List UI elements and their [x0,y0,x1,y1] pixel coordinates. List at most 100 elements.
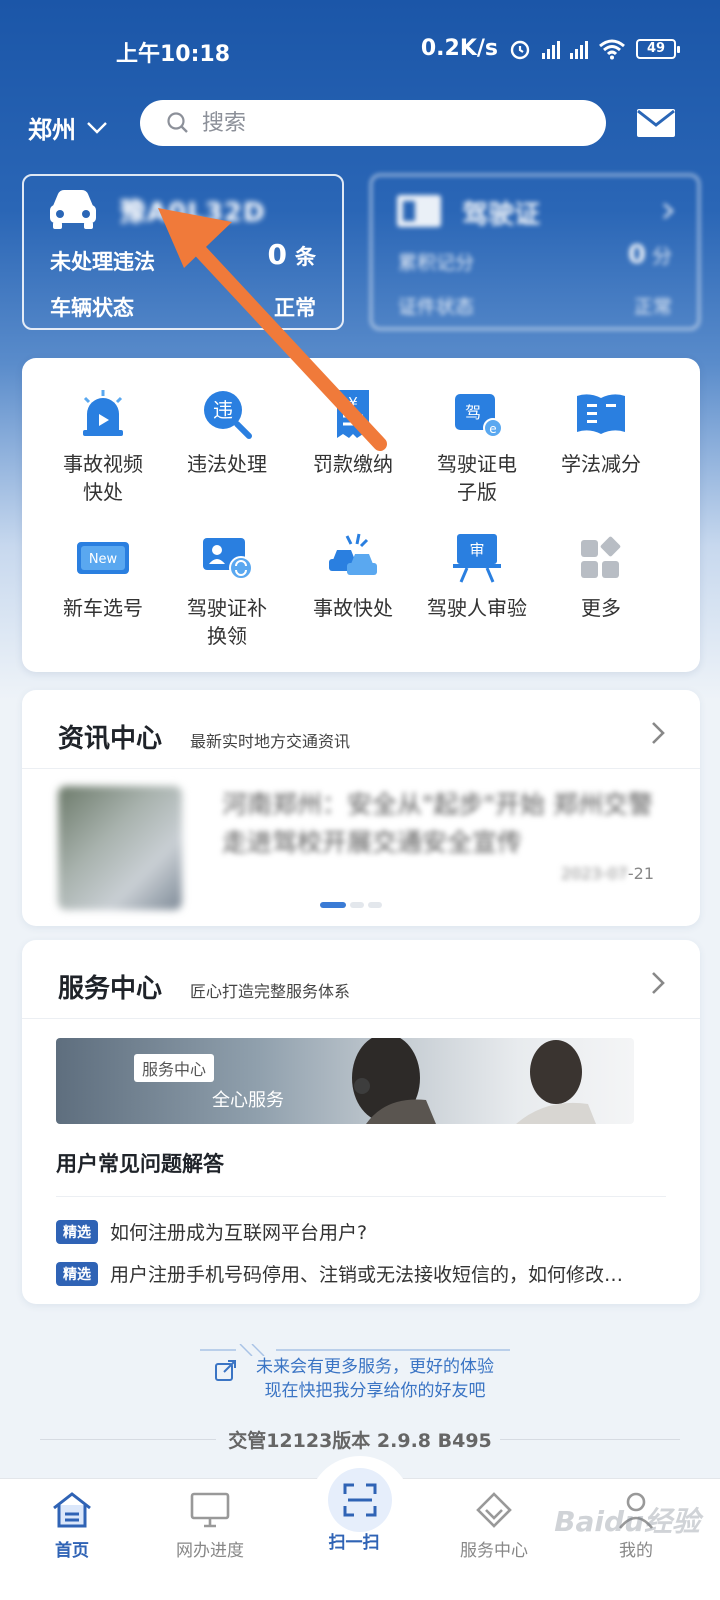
service-accident-quick[interactable]: 事故快处 [288,530,418,622]
battery-icon: 49 [636,38,680,59]
new-plate-icon: New [77,542,129,574]
svg-text:违: 违 [213,398,233,422]
mail-icon[interactable] [636,108,676,138]
service-icon [476,1492,512,1528]
faq-text: 用户注册手机号码停用、注销或无法接收短信的，如何修改… [110,1264,624,1286]
scan-button[interactable] [328,1468,392,1532]
faq-item[interactable]: 精选 如何注册成为互联网平台用户? [56,1218,367,1245]
license-status-value: 正常 [633,296,672,318]
news-date: 2023-07-21 [561,864,654,883]
service-label: 罚款缴纳 [313,452,393,476]
license-card[interactable]: 驾驶证 累积记分 0分 证件状态 正常 [370,174,700,330]
car-icon [50,190,96,229]
points-value: 0分 [628,240,672,270]
search-bar[interactable] [140,100,606,146]
violation-search-icon: 违 [204,391,252,439]
review-board-icon: 审 [453,534,501,583]
svg-text:New: New [89,552,118,567]
tab-scan[interactable]: 扫一扫 [294,1528,414,1553]
monitor-icon [190,1492,230,1528]
divider [22,768,700,769]
service-label: 违法处理 [187,452,267,476]
service-label: 新车选号 [63,596,143,620]
service-center-title: 服务中心 [58,974,163,1004]
car-crash-icon [329,533,377,575]
grid-more-icon [581,536,621,578]
svg-text:e: e [489,422,496,436]
service-label: 驾驶证补 换领 [187,596,267,648]
license-icon [397,195,441,227]
license-swap-icon [203,538,253,580]
banner-tag: 服务中心 [134,1054,215,1082]
vehicle-card[interactable]: 豫A0L32D 未处理违法 0条 车辆状态 正常 [22,174,344,330]
chevron-down-icon [87,121,107,134]
service-label: 事故快处 [313,596,393,620]
news-date-blur: 2023-07 [561,864,628,883]
search-input[interactable] [202,110,582,136]
tab-label: 网办进度 [176,1541,244,1561]
city-name: 郑州 [28,116,76,144]
license-plate: 豫A0L32D [120,198,266,228]
tab-home[interactable]: 首页 [12,1484,132,1561]
search-icon [167,112,188,133]
violation-label: 未处理违法 [50,250,155,274]
news-panel[interactable]: 资讯中心 最新实时地方交通资讯 河南郑州：安全从"起步"开始 郑州交警走进驾校开… [22,690,700,926]
news-title: 资讯中心 [58,724,163,754]
service-study-points[interactable]: 学法减分 [536,386,666,478]
divider [22,1018,700,1019]
violation-number: 0 [267,238,287,271]
tab-progress[interactable]: 网办进度 [150,1484,270,1561]
service-license-renew[interactable]: 驾驶证补 换领 [162,530,292,650]
news-thumbnail[interactable] [58,786,182,910]
banner-text: 全心服务 [212,1090,284,1111]
tab-service-center[interactable]: 服务中心 [434,1484,554,1561]
scan-icon [343,1483,377,1517]
license-status-label: 证件状态 [398,296,475,318]
service-more[interactable]: 更多 [536,530,666,622]
service-label: 事故视频 快处 [63,452,143,504]
siren-video-icon [83,390,123,436]
status-bar: 上午10:18 0.2K/s 49 [0,0,720,96]
service-banner[interactable]: 服务中心 全心服务 [56,1038,634,1124]
tab-label: 服务中心 [460,1541,528,1561]
tab-label: 首页 [55,1541,89,1561]
service-e-license[interactable]: 驾e 驾驶证电 子版 [412,386,542,506]
faq-tag: 精选 [56,1261,98,1286]
tab-label: 我的 [619,1541,653,1561]
network-speed: 0.2K/s [420,36,498,61]
banner-people-illustration [352,1038,596,1124]
chevron-right-icon[interactable] [650,970,666,996]
svg-text:驾: 驾 [465,403,481,422]
divider [56,1196,666,1197]
license-title: 驾驶证 [462,200,541,230]
watermark: Baidu经验 [554,1505,700,1538]
points-label: 累积记分 [398,252,475,274]
service-violation[interactable]: 违 违法处理 [162,386,292,478]
fine-receipt-icon: ¥ [337,390,369,438]
service-accident-video[interactable]: 事故视频 快处 [38,386,168,506]
chevron-right-icon [663,203,674,219]
faq-item[interactable]: 精选 用户注册手机号码停用、注销或无法接收短信的，如何修改… [56,1260,623,1287]
service-driver-review[interactable]: 审 驾驶人审验 [412,530,542,622]
service-label: 更多 [581,596,621,620]
carousel-dots [320,902,382,908]
faq-title: 用户常见问题解答 [56,1152,224,1176]
share-line-1[interactable]: 未来会有更多服务，更好的体验 [0,1354,720,1380]
svg-text:审: 审 [469,541,484,559]
service-label: 驾驶证电 子版 [437,452,517,504]
tab-label: 扫一扫 [328,1533,380,1553]
signal-icon-2 [570,39,588,59]
service-new-plate[interactable]: New 新车选号 [38,530,168,622]
faq-tag: 精选 [56,1219,98,1244]
news-headline[interactable]: 河南郑州：安全从"起步"开始 郑州交警走进驾校开展交通安全宣传 [222,786,662,862]
share-line-2[interactable]: 现在快把我分享给你的好友吧 [0,1378,720,1404]
alarm-icon [510,40,530,59]
city-selector[interactable]: 郑州 [28,110,108,145]
faq-text: 如何注册成为互联网平台用户? [110,1222,368,1244]
version-text: 交管12123版本 2.9.8 B495 [228,1430,492,1452]
chevron-right-icon[interactable] [650,720,666,746]
svg-text:¥: ¥ [348,394,358,412]
status-time: 上午10:18 [116,42,231,67]
vehicle-status-label: 车辆状态 [50,296,134,320]
service-fine-payment[interactable]: ¥ 罚款缴纳 [288,386,418,478]
